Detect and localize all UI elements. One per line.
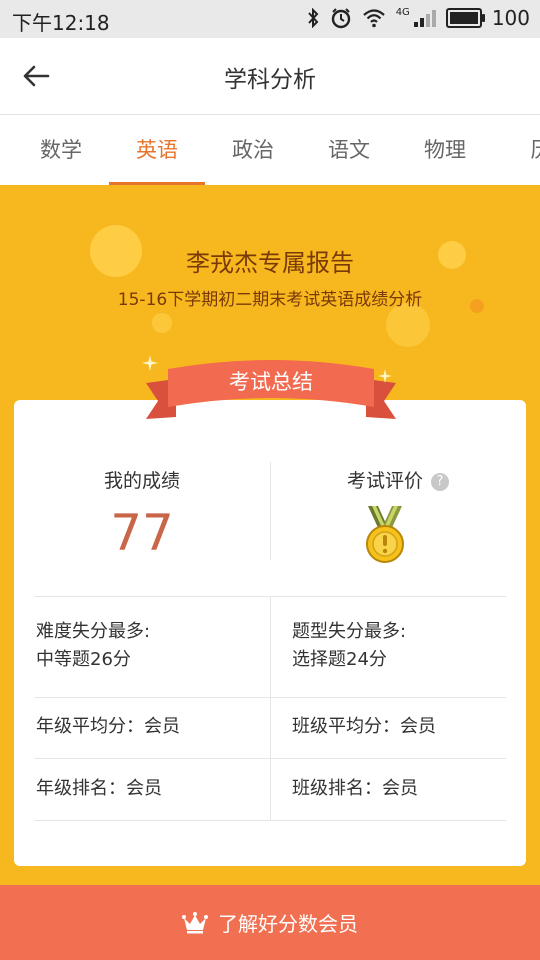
- horizontal-divider: [34, 697, 506, 698]
- difficulty-loss-cell: 难度失分最多: 中等题26分: [36, 618, 150, 674]
- evaluation-section: 考试评价?: [270, 400, 526, 596]
- status-bar: 下午12:18 4G 100: [0, 0, 540, 38]
- membership-button[interactable]: 了解好分数会员: [0, 885, 540, 960]
- wifi-icon: [362, 9, 385, 28]
- bluetooth-icon: [307, 8, 319, 28]
- question-type-loss-value: 选择题24分: [292, 649, 387, 670]
- vertical-divider: [270, 596, 271, 820]
- alarm-icon: [331, 8, 350, 29]
- signal-icon: [413, 9, 436, 27]
- horizontal-divider: [34, 820, 506, 821]
- crown-icon: [182, 911, 208, 933]
- help-icon[interactable]: ?: [431, 473, 449, 491]
- tab-math[interactable]: 数学: [13, 115, 109, 185]
- summary-ribbon: 考试总结: [142, 355, 396, 427]
- tab-physics[interactable]: 物理: [397, 115, 493, 185]
- subject-tabs: 数学 英语 政治 语文 物理 历: [0, 115, 540, 185]
- medal-icon: [366, 506, 404, 563]
- report-subtitle: 15-16下学期初二期末考试英语成绩分析: [117, 290, 423, 310]
- network-type: 4G: [395, 6, 410, 18]
- class-average: 班级平均分：会员: [292, 716, 436, 737]
- tab-politics[interactable]: 政治: [205, 115, 301, 185]
- app-header: 学科分析: [0, 38, 540, 115]
- grade-rank: 年级排名：会员: [36, 778, 162, 799]
- my-score-value: 77: [110, 504, 174, 562]
- tab-chinese[interactable]: 语文: [301, 115, 397, 185]
- difficulty-loss-value: 中等题26分: [36, 649, 131, 670]
- horizontal-divider: [34, 758, 506, 759]
- evaluation-label: 考试评价: [346, 470, 423, 492]
- question-type-loss-label: 题型失分最多:: [292, 621, 407, 642]
- class-rank: 班级排名：会员: [292, 778, 418, 799]
- question-type-loss-cell: 题型失分最多: 选择题24分: [292, 618, 406, 674]
- my-score-section: 我的成绩 77: [14, 400, 270, 596]
- battery-icon: [445, 8, 485, 28]
- grade-average: 年级平均分：会员: [36, 716, 180, 737]
- decor-bubble: [152, 313, 172, 333]
- my-score-label: 我的成绩: [103, 470, 180, 492]
- tab-history[interactable]: 历: [493, 115, 540, 185]
- status-time: 下午12:18: [12, 11, 110, 35]
- tab-english[interactable]: 英语: [109, 115, 205, 185]
- status-icons: 4G 100: [306, 6, 530, 30]
- evaluation-label-row: 考试评价?: [270, 466, 526, 493]
- page-title: 学科分析: [224, 67, 316, 93]
- battery-percent: 100: [491, 6, 530, 30]
- difficulty-loss-label: 难度失分最多:: [36, 621, 151, 642]
- summary-card: 我的成绩 77 考试评价? 难度失分最多: 中等题26分 题型失分最多: 选择题…: [14, 400, 526, 866]
- report-title: 李戎杰专属报告: [186, 249, 354, 277]
- ribbon-label: 考试总结: [229, 370, 313, 394]
- membership-label: 了解好分数会员: [218, 912, 358, 936]
